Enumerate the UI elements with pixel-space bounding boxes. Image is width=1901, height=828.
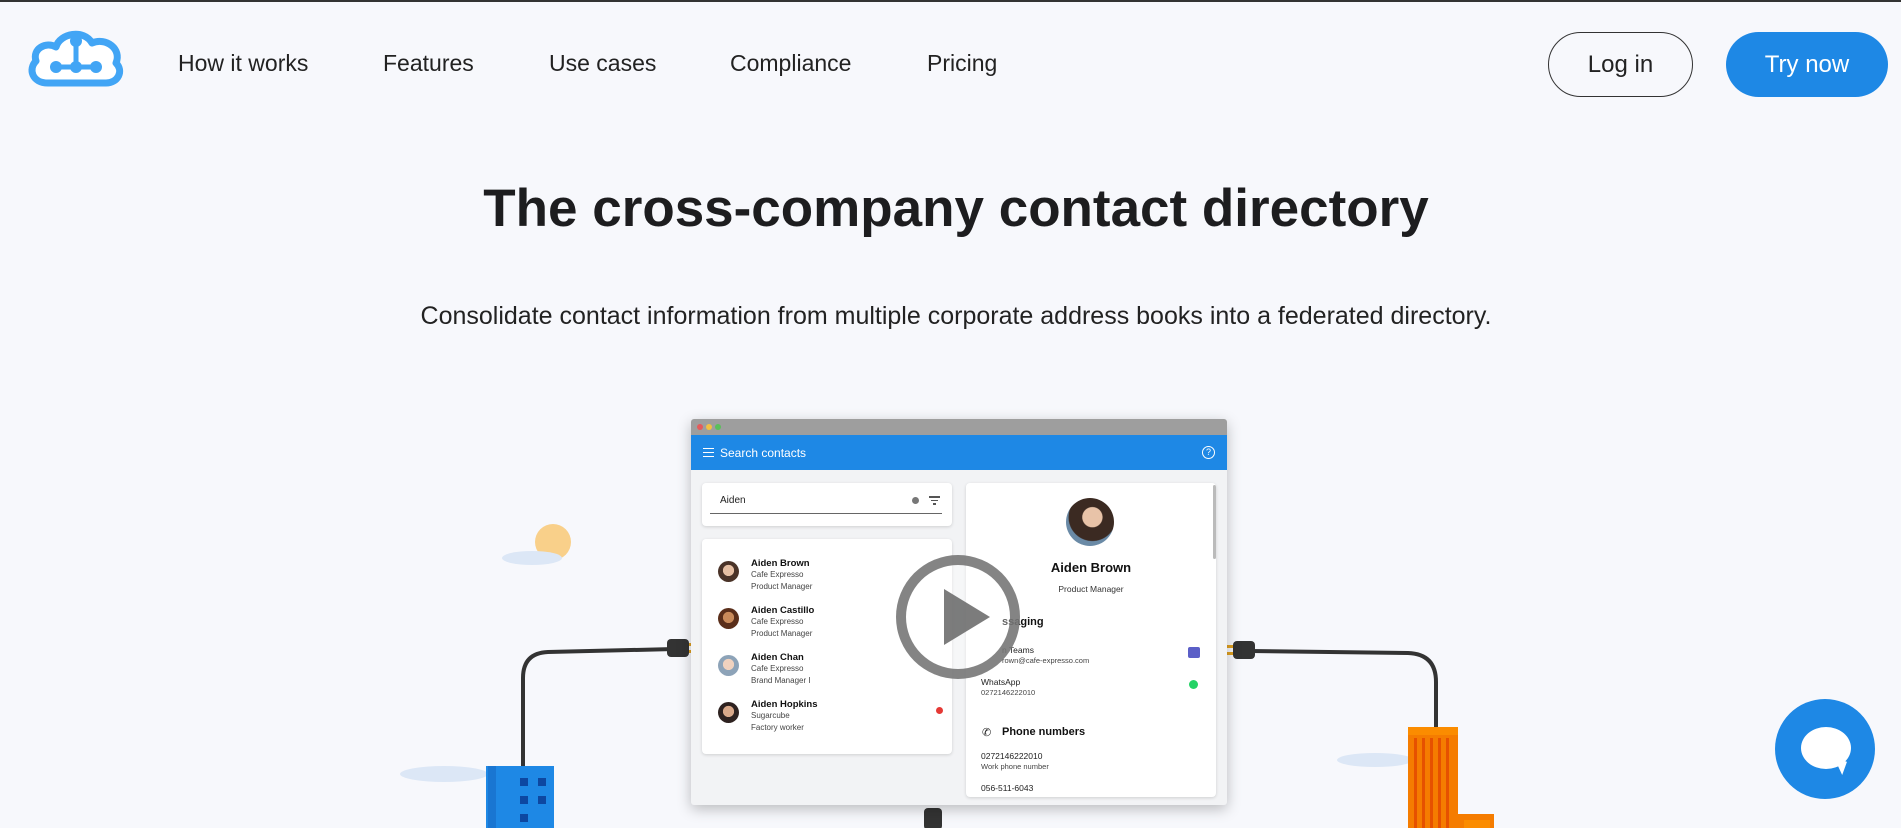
app-toolbar: Search contacts ?: [691, 435, 1227, 470]
avatar: [718, 561, 739, 582]
page-title: The cross-company contact directory: [483, 179, 1429, 238]
contact-name: Aiden Brown: [751, 558, 810, 569]
contact-role: Factory worker: [751, 723, 804, 732]
right-cable: [1249, 649, 1438, 732]
window-titlebar: [691, 419, 1227, 435]
phone-number[interactable]: 056-511-6043: [981, 783, 1033, 793]
search-input[interactable]: Aiden: [720, 495, 746, 506]
contact-company: Cafe Expresso: [751, 664, 804, 673]
scrollbar[interactable]: [1213, 485, 1216, 559]
play-video-button[interactable]: [896, 555, 1020, 679]
phone-number[interactable]: 0272146222010: [981, 751, 1042, 761]
search-box[interactable]: Aiden: [702, 483, 952, 526]
top-nav: How it works Features Use cases Complian…: [0, 2, 1901, 127]
close-dot-icon: [697, 424, 703, 430]
cloud-icon: [502, 551, 562, 565]
cloud-icon: [400, 766, 488, 782]
left-cable: [521, 647, 676, 770]
menu-icon[interactable]: [703, 448, 714, 457]
try-now-button[interactable]: Try now: [1726, 32, 1888, 97]
teams-email: rown@cafe-expresso.com: [1002, 656, 1090, 665]
phone-icon: ✆: [982, 727, 992, 739]
contact-company: Cafe Expresso: [751, 570, 804, 579]
login-button[interactable]: Log in: [1548, 32, 1693, 97]
list-item[interactable]: Aiden Chan Cafe Expresso Brand Manager I: [718, 652, 943, 696]
avatar: [718, 608, 739, 629]
phone-heading: Phone numbers: [1002, 726, 1086, 738]
whatsapp-number: 0272146222010: [981, 688, 1036, 697]
contact-name: Aiden Hopkins: [751, 699, 818, 710]
avatar: [718, 655, 739, 676]
filter-icon[interactable]: [929, 496, 940, 505]
left-plug: [667, 639, 689, 657]
contact-role: Brand Manager I: [751, 676, 811, 685]
contact-company: Cafe Expresso: [751, 617, 804, 626]
avatar: [718, 702, 739, 723]
avatar: [1066, 498, 1114, 546]
nav-how-it-works[interactable]: How it works: [178, 50, 308, 77]
page-subtitle: Consolidate contact information from mul…: [420, 302, 1492, 330]
logo-icon[interactable]: [26, 25, 126, 87]
contact-role: Product Manager: [751, 629, 813, 638]
orange-building: [1408, 727, 1494, 828]
contact-name: Aiden Chan: [751, 652, 804, 663]
help-icon[interactable]: ?: [1202, 446, 1215, 459]
search-underline: [710, 513, 942, 514]
clear-icon[interactable]: [912, 497, 919, 504]
detail-name: Aiden Brown: [1050, 560, 1132, 575]
nav-pricing[interactable]: Pricing: [927, 50, 997, 77]
contact-role: Product Manager: [751, 582, 813, 591]
teams-icon[interactable]: [1188, 647, 1200, 658]
nav-features[interactable]: Features: [383, 50, 474, 77]
phone-type: Work phone number: [981, 762, 1049, 771]
contact-name: Aiden Castillo: [751, 605, 815, 616]
nav-use-cases[interactable]: Use cases: [549, 50, 656, 77]
status-badge: [936, 707, 943, 714]
right-plug: [1233, 641, 1255, 659]
bottom-plug: [924, 808, 942, 828]
chat-button[interactable]: [1775, 699, 1875, 799]
cloud-icon: [1337, 753, 1413, 767]
chat-bubble-icon: [1801, 727, 1851, 769]
blue-building: [486, 766, 554, 828]
list-item[interactable]: Aiden Hopkins Sugarcube Factory worker: [718, 699, 943, 743]
whatsapp-label: WhatsApp: [981, 677, 1021, 687]
nav-compliance[interactable]: Compliance: [730, 50, 851, 77]
whatsapp-icon[interactable]: [1189, 680, 1198, 689]
toolbar-title: Search contacts: [720, 445, 807, 460]
minimize-dot-icon: [706, 424, 712, 430]
contact-company: Sugarcube: [751, 711, 790, 720]
maximize-dot-icon: [715, 424, 721, 430]
